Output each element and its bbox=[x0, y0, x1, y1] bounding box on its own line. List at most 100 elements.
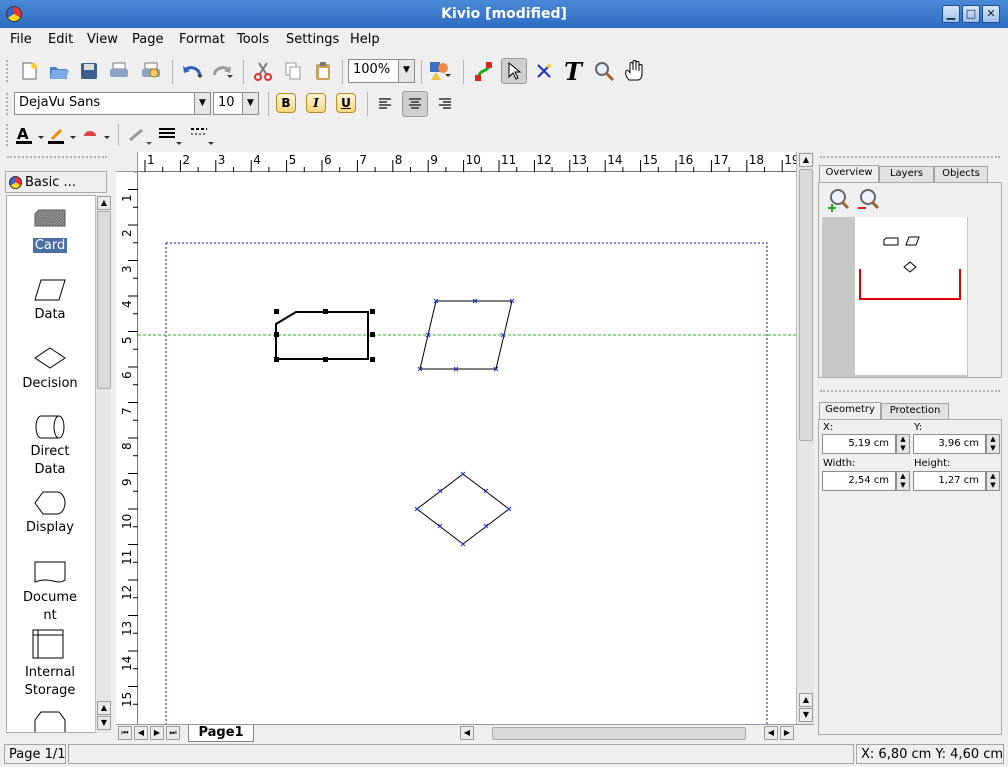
add-stencil-icon[interactable] bbox=[428, 58, 454, 84]
menu-view[interactable]: View bbox=[87, 32, 118, 47]
italic-button[interactable]: I bbox=[306, 93, 326, 113]
align-right-icon[interactable] bbox=[432, 91, 458, 117]
underline-button[interactable]: U bbox=[336, 93, 356, 113]
line-style-icon[interactable] bbox=[188, 122, 218, 148]
stencil-document[interactable]: Docume nt bbox=[7, 556, 95, 628]
width-field[interactable]: 2,54 cm bbox=[822, 471, 896, 491]
menu-edit[interactable]: Edit bbox=[48, 32, 73, 47]
line-width-icon[interactable] bbox=[156, 122, 186, 148]
bold-button[interactable]: B bbox=[276, 93, 296, 113]
scroll-up-icon[interactable]: ▲ bbox=[799, 153, 813, 167]
new-icon[interactable] bbox=[16, 58, 42, 84]
line-ends-icon[interactable] bbox=[126, 122, 156, 148]
scroll-left-icon[interactable]: ◀ bbox=[764, 726, 778, 740]
menu-format[interactable]: Format bbox=[179, 32, 225, 47]
menu-page[interactable]: Page bbox=[132, 32, 163, 47]
horizontal-ruler[interactable]: 1 2 3 4 5 6 7 8 9 10 11 12 13 14 15 16 17 18 19 bbox=[138, 152, 801, 172]
redo-icon[interactable] bbox=[210, 58, 236, 84]
vertical-ruler[interactable]: 1 2 3 4 5 6 7 8 9 10 11 12 13 14 15 bbox=[116, 153, 138, 724]
paste-icon[interactable] bbox=[310, 58, 336, 84]
select-tool-icon[interactable] bbox=[501, 58, 527, 84]
close-button[interactable]: ✕ bbox=[982, 5, 1000, 23]
text-color-icon[interactable]: A bbox=[14, 122, 48, 148]
overview-content bbox=[818, 182, 1002, 378]
scroll-up-icon[interactable]: ▲ bbox=[799, 693, 813, 707]
undo-icon[interactable] bbox=[180, 58, 206, 84]
drawing-canvas[interactable] bbox=[138, 172, 796, 724]
first-page-icon[interactable]: ⏮ bbox=[118, 726, 132, 740]
prev-page-icon[interactable]: ◀ bbox=[134, 726, 148, 740]
menu-help[interactable]: Help bbox=[350, 32, 380, 47]
save-icon[interactable] bbox=[76, 58, 102, 84]
zoom-out-icon[interactable] bbox=[855, 187, 881, 213]
scroll-left-icon[interactable]: ◀ bbox=[460, 726, 474, 740]
x-stepper[interactable]: ▲ ▼ bbox=[896, 434, 910, 454]
y-field[interactable]: 3,96 cm bbox=[913, 434, 986, 454]
add-point-tool-icon[interactable] bbox=[531, 58, 557, 84]
line-color-icon[interactable] bbox=[46, 122, 80, 148]
menu-file[interactable]: File bbox=[10, 32, 32, 47]
scroll-down-icon[interactable]: ▼ bbox=[799, 708, 813, 722]
pan-tool-icon[interactable] bbox=[622, 58, 648, 84]
maximize-button[interactable]: □ bbox=[962, 5, 980, 23]
stencil-scrollbar[interactable]: ▲ ▲ ▼ bbox=[95, 195, 111, 733]
scroll-right-icon[interactable]: ▶ bbox=[780, 726, 794, 740]
ruler-tick-label: 7 bbox=[359, 153, 368, 167]
cut-icon[interactable] bbox=[250, 58, 276, 84]
width-stepper[interactable]: ▲ ▼ bbox=[896, 471, 910, 491]
stencil-set-tab[interactable]: Basic ... bbox=[5, 171, 107, 193]
stencil-partial[interactable] bbox=[7, 706, 95, 732]
height-stepper[interactable]: ▲ ▼ bbox=[986, 471, 1000, 491]
tab-objects[interactable]: Objects bbox=[934, 166, 988, 182]
next-page-icon[interactable]: ▶ bbox=[150, 726, 164, 740]
font-size-select[interactable]: 10 ▼ bbox=[213, 92, 259, 115]
tab-protection[interactable]: Protection bbox=[881, 403, 949, 419]
page-tab[interactable]: Page1 bbox=[188, 725, 254, 742]
scroll-down-icon[interactable]: ▼ bbox=[97, 716, 111, 730]
zoom-select[interactable]: 100% ▼ bbox=[348, 59, 415, 83]
stencil-card[interactable]: Card bbox=[7, 204, 95, 264]
y-stepper[interactable]: ▲ ▼ bbox=[986, 434, 1000, 454]
fill-color-icon[interactable] bbox=[80, 122, 114, 148]
stencil-direct-data[interactable]: Direct Data bbox=[7, 410, 95, 482]
x-field[interactable]: 5,19 cm bbox=[822, 434, 896, 454]
tab-overview[interactable]: Overview bbox=[819, 165, 879, 182]
scroll-up-icon[interactable]: ▲ bbox=[97, 196, 111, 210]
stencil-decision[interactable]: Decision bbox=[7, 342, 95, 402]
canvas-vertical-scrollbar[interactable]: ▲ ▲ ▼ bbox=[796, 152, 814, 724]
ruler-tick-label: 4 bbox=[120, 300, 134, 308]
stencil-data[interactable]: Data bbox=[7, 274, 95, 334]
stencil-display[interactable]: Display bbox=[7, 486, 95, 546]
minimize-button[interactable]: ▁ bbox=[942, 5, 960, 23]
scroll-thumb[interactable] bbox=[97, 211, 111, 389]
height-field[interactable]: 1,27 cm bbox=[913, 471, 986, 491]
ruler-tick-label: 11 bbox=[501, 153, 517, 167]
align-left-icon[interactable] bbox=[372, 91, 398, 117]
ruler-tick-label: 16 bbox=[678, 153, 694, 167]
geometry-content: X: Y: 5,19 cm ▲ ▼ 3,96 cm ▲ ▼ Width: Heigh… bbox=[818, 419, 1002, 735]
text-tool-icon[interactable]: T bbox=[560, 57, 586, 86]
zoom-tool-icon[interactable] bbox=[591, 58, 617, 84]
copy-icon[interactable] bbox=[280, 58, 306, 84]
zoom-in-icon[interactable] bbox=[825, 187, 851, 213]
diagram[interactable] bbox=[138, 172, 796, 724]
align-center-icon[interactable] bbox=[402, 91, 428, 117]
scroll-thumb[interactable] bbox=[492, 727, 746, 740]
tab-layers[interactable]: Layers bbox=[879, 166, 934, 182]
scroll-up-icon[interactable]: ▲ bbox=[97, 701, 111, 715]
tab-geometry[interactable]: Geometry bbox=[819, 402, 881, 419]
ruler-tick-label: 12 bbox=[536, 153, 552, 167]
ruler-tick-label: 12 bbox=[120, 584, 134, 600]
menu-settings[interactable]: Settings bbox=[286, 32, 339, 47]
font-family-select[interactable]: DejaVu Sans ▼ bbox=[14, 92, 211, 115]
scroll-thumb[interactable] bbox=[799, 169, 813, 441]
stencil-internal-storage[interactable]: Internal Storage bbox=[7, 624, 95, 698]
menu-tools[interactable]: Tools bbox=[237, 32, 269, 47]
last-page-icon[interactable]: ⏭ bbox=[166, 726, 180, 740]
open-icon[interactable] bbox=[46, 58, 72, 84]
print-icon[interactable] bbox=[106, 58, 132, 84]
print-preview-icon[interactable] bbox=[138, 58, 164, 84]
stencil-panel: Basic ... Card Data Decision Direct Data… bbox=[3, 152, 113, 742]
connector-tool-icon[interactable] bbox=[471, 58, 497, 84]
overview-thumbnail[interactable] bbox=[822, 217, 968, 377]
